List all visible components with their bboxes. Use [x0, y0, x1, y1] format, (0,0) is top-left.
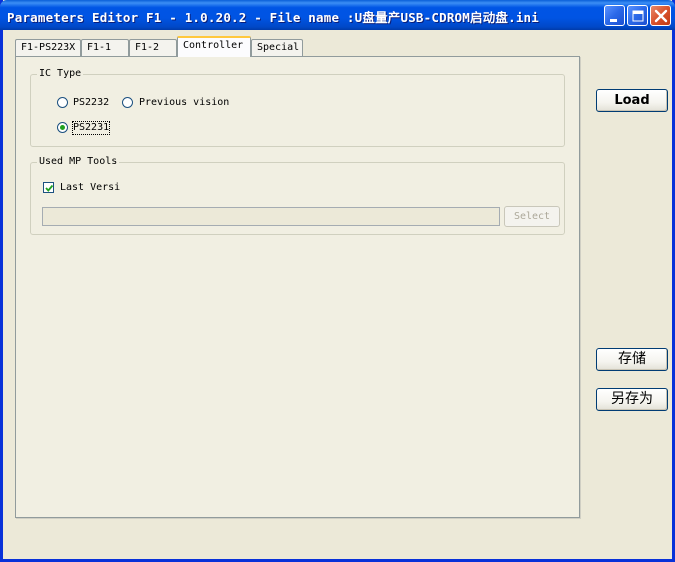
- tab-f1-1[interactable]: F1-1: [81, 39, 129, 57]
- radio-ps2231[interactable]: [57, 122, 68, 133]
- load-button[interactable]: Load: [596, 89, 668, 112]
- checkmark-icon: [45, 184, 54, 192]
- minimize-button[interactable]: [604, 5, 625, 26]
- tab-special[interactable]: Special: [251, 39, 303, 57]
- window-title: Parameters Editor F1 - 1.0.20.2 - File n…: [7, 10, 540, 25]
- radio-ps2232[interactable]: [57, 97, 68, 108]
- select-button[interactable]: Select: [504, 206, 560, 227]
- title-bar[interactable]: Parameters Editor F1 - 1.0.20.2 - File n…: [0, 0, 675, 30]
- ic-type-legend: IC Type: [37, 68, 84, 80]
- tab-f1-ps223x[interactable]: F1-PS223X: [15, 39, 81, 57]
- minimize-icon: [610, 19, 617, 22]
- radio-ps2232-label[interactable]: PS2232: [73, 97, 109, 109]
- mp-tools-legend: Used MP Tools: [37, 156, 120, 168]
- radio-previous-vision[interactable]: [122, 97, 133, 108]
- tab-controller[interactable]: Controller: [177, 36, 251, 57]
- tab-label: F1-2: [135, 42, 160, 53]
- radio-selected-dot: [60, 125, 65, 130]
- tab-label: F1-1: [87, 42, 112, 53]
- save-as-button[interactable]: 另存为: [596, 388, 668, 411]
- mp-tools-group: Used MP Tools Last Versi Select: [30, 156, 565, 235]
- save-button[interactable]: 存储: [596, 348, 668, 371]
- tab-label: Special: [257, 42, 300, 53]
- close-icon: [654, 9, 668, 23]
- mp-tool-path-field[interactable]: [42, 207, 500, 226]
- radio-previous-vision-label[interactable]: Previous vision: [139, 97, 229, 109]
- tab-panel-controller: IC Type PS2232 Previous vision PS2231 Us…: [15, 56, 580, 518]
- tab-f1-2[interactable]: F1-2: [129, 39, 177, 57]
- last-version-checkbox[interactable]: [43, 182, 54, 193]
- maximize-button[interactable]: [627, 5, 648, 26]
- tab-label: F1-PS223X: [21, 42, 76, 53]
- parameters-editor-window: Parameters Editor F1 - 1.0.20.2 - File n…: [0, 0, 675, 562]
- maximize-icon: [632, 10, 644, 22]
- tab-label: Controller: [183, 40, 244, 51]
- ic-type-group: IC Type PS2232 Previous vision PS2231: [30, 68, 565, 147]
- radio-ps2231-label[interactable]: PS2231: [71, 121, 111, 135]
- close-button[interactable]: [650, 5, 671, 26]
- last-version-label[interactable]: Last Versi: [60, 182, 120, 194]
